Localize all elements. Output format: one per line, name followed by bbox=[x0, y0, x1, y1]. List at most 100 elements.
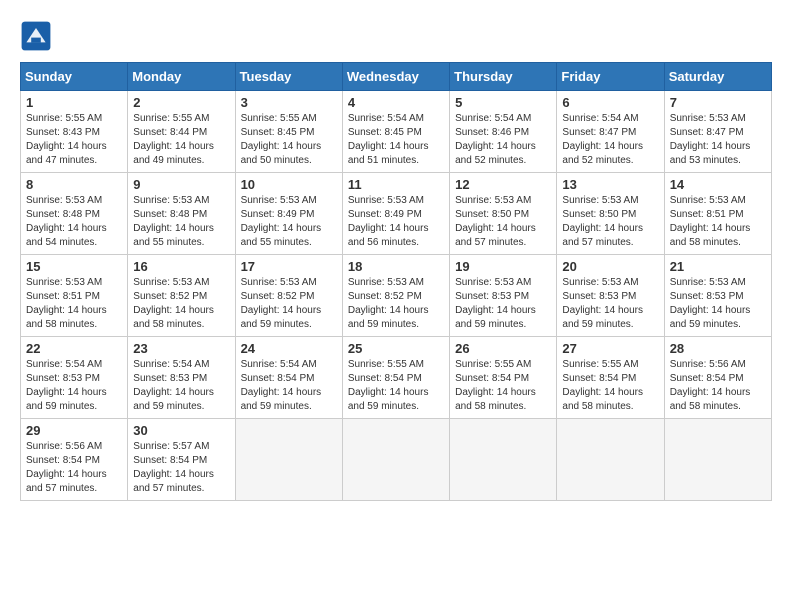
calendar-cell: 1 Sunrise: 5:55 AM Sunset: 8:43 PM Dayli… bbox=[21, 91, 128, 173]
calendar-cell bbox=[342, 419, 449, 501]
day-number: 28 bbox=[670, 341, 766, 356]
weekday-header-thursday: Thursday bbox=[450, 63, 557, 91]
day-number: 9 bbox=[133, 177, 229, 192]
weekday-header-tuesday: Tuesday bbox=[235, 63, 342, 91]
weekday-header-saturday: Saturday bbox=[664, 63, 771, 91]
calendar-cell: 14 Sunrise: 5:53 AM Sunset: 8:51 PM Dayl… bbox=[664, 173, 771, 255]
calendar-cell: 9 Sunrise: 5:53 AM Sunset: 8:48 PM Dayli… bbox=[128, 173, 235, 255]
day-info: Sunrise: 5:56 AM Sunset: 8:54 PM Dayligh… bbox=[26, 440, 122, 496]
day-info: Sunrise: 5:54 AM Sunset: 8:53 PM Dayligh… bbox=[26, 358, 122, 414]
day-info: Sunrise: 5:53 AM Sunset: 8:52 PM Dayligh… bbox=[241, 276, 337, 332]
calendar-cell bbox=[235, 419, 342, 501]
day-info: Sunrise: 5:55 AM Sunset: 8:54 PM Dayligh… bbox=[348, 358, 444, 414]
day-info: Sunrise: 5:53 AM Sunset: 8:51 PM Dayligh… bbox=[26, 276, 122, 332]
day-info: Sunrise: 5:53 AM Sunset: 8:52 PM Dayligh… bbox=[133, 276, 229, 332]
calendar-cell bbox=[557, 419, 664, 501]
page-header bbox=[20, 20, 772, 52]
day-info: Sunrise: 5:53 AM Sunset: 8:48 PM Dayligh… bbox=[26, 194, 122, 250]
day-number: 4 bbox=[348, 95, 444, 110]
calendar-cell: 13 Sunrise: 5:53 AM Sunset: 8:50 PM Dayl… bbox=[557, 173, 664, 255]
day-number: 30 bbox=[133, 423, 229, 438]
logo-icon bbox=[20, 20, 52, 52]
day-info: Sunrise: 5:53 AM Sunset: 8:53 PM Dayligh… bbox=[562, 276, 658, 332]
calendar-table: SundayMondayTuesdayWednesdayThursdayFrid… bbox=[20, 62, 772, 501]
calendar-cell: 27 Sunrise: 5:55 AM Sunset: 8:54 PM Dayl… bbox=[557, 337, 664, 419]
calendar-cell: 2 Sunrise: 5:55 AM Sunset: 8:44 PM Dayli… bbox=[128, 91, 235, 173]
day-number: 25 bbox=[348, 341, 444, 356]
day-number: 27 bbox=[562, 341, 658, 356]
calendar-cell bbox=[664, 419, 771, 501]
calendar-cell: 10 Sunrise: 5:53 AM Sunset: 8:49 PM Dayl… bbox=[235, 173, 342, 255]
calendar-cell: 16 Sunrise: 5:53 AM Sunset: 8:52 PM Dayl… bbox=[128, 255, 235, 337]
calendar-cell: 12 Sunrise: 5:53 AM Sunset: 8:50 PM Dayl… bbox=[450, 173, 557, 255]
day-info: Sunrise: 5:56 AM Sunset: 8:54 PM Dayligh… bbox=[670, 358, 766, 414]
day-number: 7 bbox=[670, 95, 766, 110]
day-number: 14 bbox=[670, 177, 766, 192]
calendar-cell: 20 Sunrise: 5:53 AM Sunset: 8:53 PM Dayl… bbox=[557, 255, 664, 337]
calendar-cell: 8 Sunrise: 5:53 AM Sunset: 8:48 PM Dayli… bbox=[21, 173, 128, 255]
calendar-cell: 17 Sunrise: 5:53 AM Sunset: 8:52 PM Dayl… bbox=[235, 255, 342, 337]
calendar-week-row: 29 Sunrise: 5:56 AM Sunset: 8:54 PM Dayl… bbox=[21, 419, 772, 501]
day-info: Sunrise: 5:55 AM Sunset: 8:43 PM Dayligh… bbox=[26, 112, 122, 168]
calendar-week-row: 8 Sunrise: 5:53 AM Sunset: 8:48 PM Dayli… bbox=[21, 173, 772, 255]
day-info: Sunrise: 5:53 AM Sunset: 8:49 PM Dayligh… bbox=[241, 194, 337, 250]
day-number: 6 bbox=[562, 95, 658, 110]
weekday-header-friday: Friday bbox=[557, 63, 664, 91]
day-info: Sunrise: 5:55 AM Sunset: 8:54 PM Dayligh… bbox=[455, 358, 551, 414]
day-number: 21 bbox=[670, 259, 766, 274]
calendar-cell: 6 Sunrise: 5:54 AM Sunset: 8:47 PM Dayli… bbox=[557, 91, 664, 173]
calendar-cell: 28 Sunrise: 5:56 AM Sunset: 8:54 PM Dayl… bbox=[664, 337, 771, 419]
day-info: Sunrise: 5:53 AM Sunset: 8:48 PM Dayligh… bbox=[133, 194, 229, 250]
day-info: Sunrise: 5:54 AM Sunset: 8:45 PM Dayligh… bbox=[348, 112, 444, 168]
logo bbox=[20, 20, 56, 52]
calendar-cell: 3 Sunrise: 5:55 AM Sunset: 8:45 PM Dayli… bbox=[235, 91, 342, 173]
calendar-cell: 18 Sunrise: 5:53 AM Sunset: 8:52 PM Dayl… bbox=[342, 255, 449, 337]
calendar-cell: 21 Sunrise: 5:53 AM Sunset: 8:53 PM Dayl… bbox=[664, 255, 771, 337]
day-info: Sunrise: 5:53 AM Sunset: 8:47 PM Dayligh… bbox=[670, 112, 766, 168]
calendar-cell: 29 Sunrise: 5:56 AM Sunset: 8:54 PM Dayl… bbox=[21, 419, 128, 501]
day-info: Sunrise: 5:54 AM Sunset: 8:47 PM Dayligh… bbox=[562, 112, 658, 168]
calendar-cell: 11 Sunrise: 5:53 AM Sunset: 8:49 PM Dayl… bbox=[342, 173, 449, 255]
calendar-week-row: 1 Sunrise: 5:55 AM Sunset: 8:43 PM Dayli… bbox=[21, 91, 772, 173]
calendar-cell: 5 Sunrise: 5:54 AM Sunset: 8:46 PM Dayli… bbox=[450, 91, 557, 173]
calendar-cell: 25 Sunrise: 5:55 AM Sunset: 8:54 PM Dayl… bbox=[342, 337, 449, 419]
day-info: Sunrise: 5:55 AM Sunset: 8:54 PM Dayligh… bbox=[562, 358, 658, 414]
calendar-header-row: SundayMondayTuesdayWednesdayThursdayFrid… bbox=[21, 63, 772, 91]
calendar-cell: 7 Sunrise: 5:53 AM Sunset: 8:47 PM Dayli… bbox=[664, 91, 771, 173]
day-info: Sunrise: 5:53 AM Sunset: 8:53 PM Dayligh… bbox=[455, 276, 551, 332]
day-number: 8 bbox=[26, 177, 122, 192]
day-number: 29 bbox=[26, 423, 122, 438]
calendar-cell: 24 Sunrise: 5:54 AM Sunset: 8:54 PM Dayl… bbox=[235, 337, 342, 419]
day-info: Sunrise: 5:53 AM Sunset: 8:50 PM Dayligh… bbox=[562, 194, 658, 250]
day-info: Sunrise: 5:54 AM Sunset: 8:46 PM Dayligh… bbox=[455, 112, 551, 168]
day-info: Sunrise: 5:53 AM Sunset: 8:50 PM Dayligh… bbox=[455, 194, 551, 250]
day-number: 24 bbox=[241, 341, 337, 356]
weekday-header-monday: Monday bbox=[128, 63, 235, 91]
day-number: 13 bbox=[562, 177, 658, 192]
calendar-week-row: 15 Sunrise: 5:53 AM Sunset: 8:51 PM Dayl… bbox=[21, 255, 772, 337]
calendar-cell: 19 Sunrise: 5:53 AM Sunset: 8:53 PM Dayl… bbox=[450, 255, 557, 337]
day-number: 1 bbox=[26, 95, 122, 110]
day-number: 5 bbox=[455, 95, 551, 110]
day-info: Sunrise: 5:53 AM Sunset: 8:51 PM Dayligh… bbox=[670, 194, 766, 250]
day-number: 22 bbox=[26, 341, 122, 356]
day-info: Sunrise: 5:55 AM Sunset: 8:45 PM Dayligh… bbox=[241, 112, 337, 168]
day-info: Sunrise: 5:53 AM Sunset: 8:52 PM Dayligh… bbox=[348, 276, 444, 332]
calendar-cell: 26 Sunrise: 5:55 AM Sunset: 8:54 PM Dayl… bbox=[450, 337, 557, 419]
weekday-header-wednesday: Wednesday bbox=[342, 63, 449, 91]
calendar-cell: 22 Sunrise: 5:54 AM Sunset: 8:53 PM Dayl… bbox=[21, 337, 128, 419]
day-number: 23 bbox=[133, 341, 229, 356]
day-number: 3 bbox=[241, 95, 337, 110]
day-number: 16 bbox=[133, 259, 229, 274]
day-number: 26 bbox=[455, 341, 551, 356]
day-info: Sunrise: 5:54 AM Sunset: 8:53 PM Dayligh… bbox=[133, 358, 229, 414]
day-number: 12 bbox=[455, 177, 551, 192]
calendar-cell bbox=[450, 419, 557, 501]
weekday-header-sunday: Sunday bbox=[21, 63, 128, 91]
calendar-cell: 30 Sunrise: 5:57 AM Sunset: 8:54 PM Dayl… bbox=[128, 419, 235, 501]
day-info: Sunrise: 5:57 AM Sunset: 8:54 PM Dayligh… bbox=[133, 440, 229, 496]
calendar-cell: 23 Sunrise: 5:54 AM Sunset: 8:53 PM Dayl… bbox=[128, 337, 235, 419]
day-number: 2 bbox=[133, 95, 229, 110]
day-info: Sunrise: 5:53 AM Sunset: 8:53 PM Dayligh… bbox=[670, 276, 766, 332]
day-info: Sunrise: 5:55 AM Sunset: 8:44 PM Dayligh… bbox=[133, 112, 229, 168]
